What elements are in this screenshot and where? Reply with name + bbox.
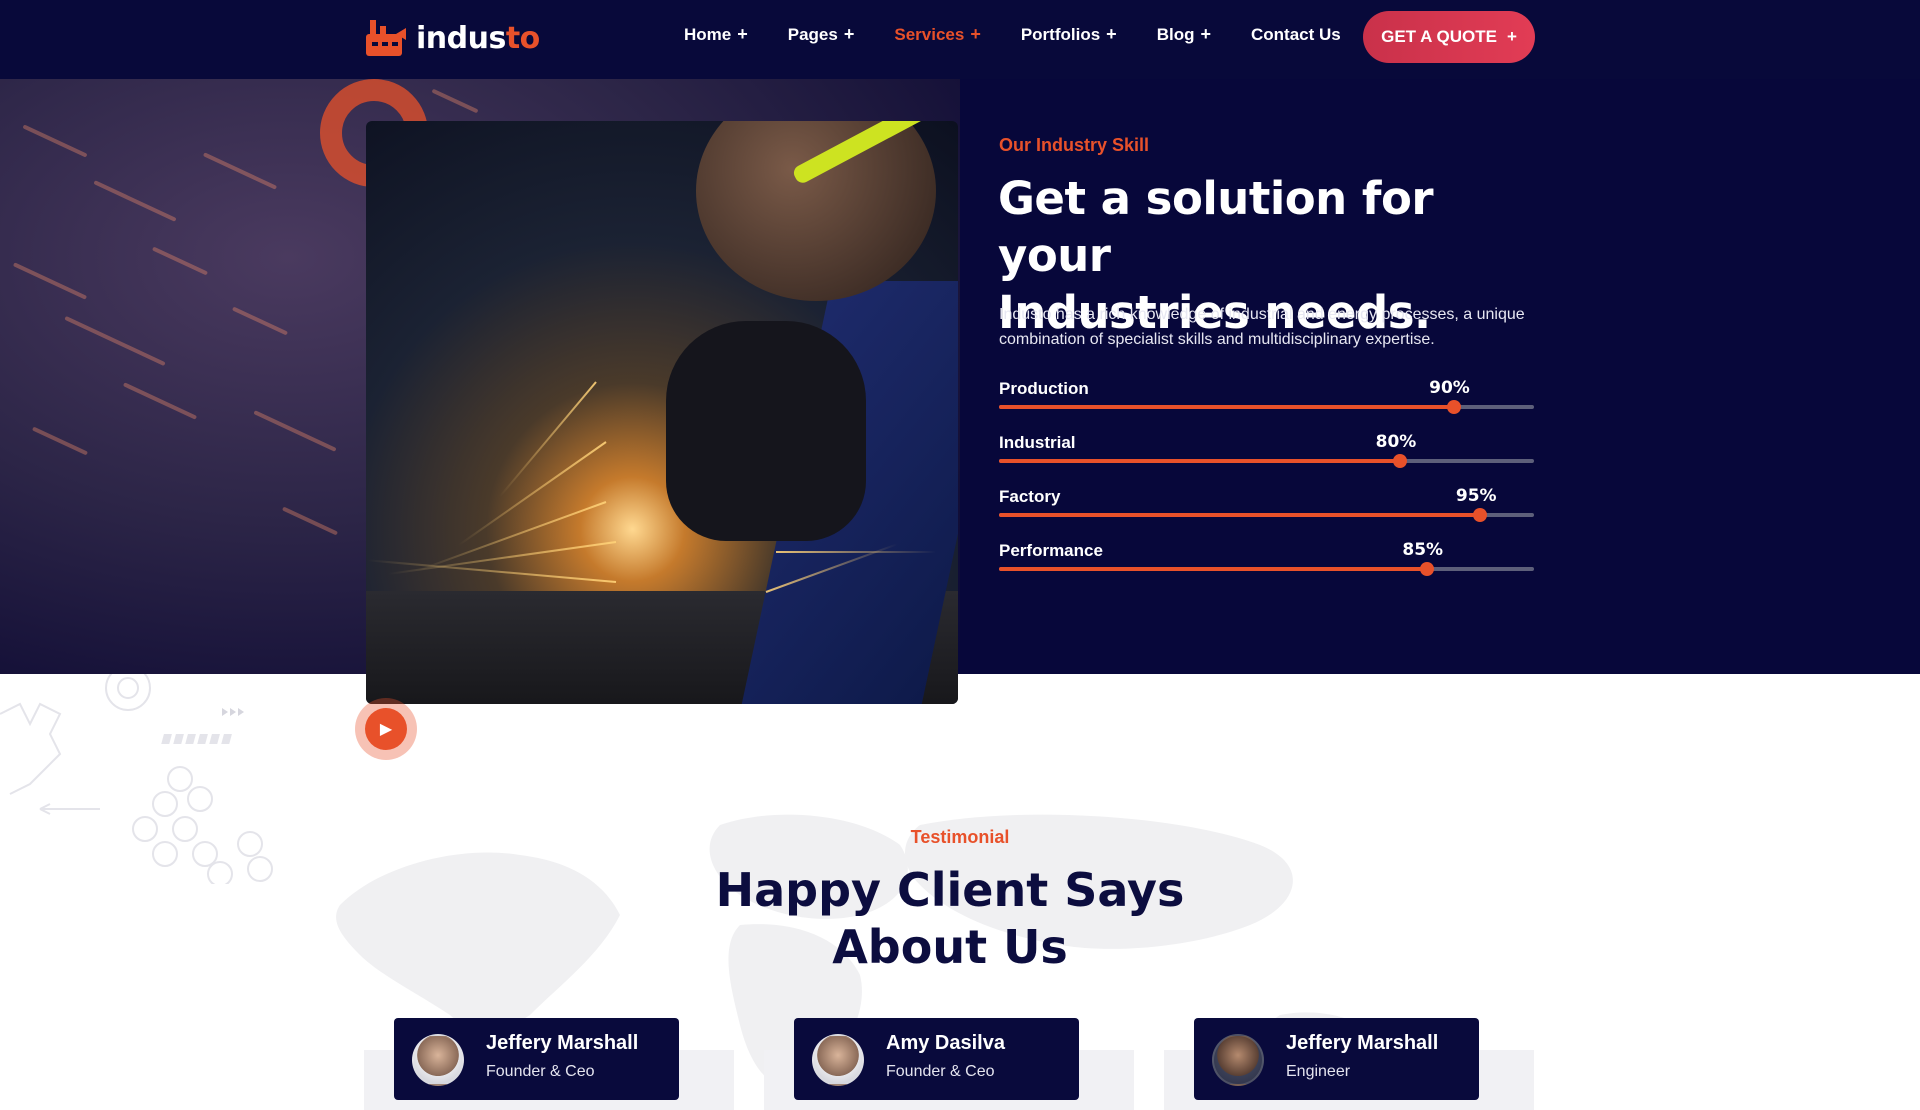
- skill-handle: [1393, 454, 1407, 468]
- skill-fill: [999, 405, 1454, 409]
- skill-percent: 95%: [1455, 486, 1497, 506]
- decorative-gears: [0, 674, 273, 884]
- plus-icon: +: [737, 24, 748, 44]
- skill-label: Industrial: [999, 433, 1076, 452]
- skill-handle: [1419, 562, 1434, 576]
- plus-icon: +: [970, 24, 981, 44]
- skill-fill: [999, 459, 1400, 463]
- plus-icon: +: [1106, 24, 1117, 44]
- skill-track: [999, 400, 1534, 414]
- nav-item-portfolios[interactable]: Portfolios +: [1021, 24, 1117, 45]
- client-name: Jeffery Marshall: [486, 1032, 639, 1054]
- skill-label: Production: [999, 379, 1089, 398]
- get-a-quote-button[interactable]: GET A QUOTE +: [1363, 11, 1535, 63]
- nav-item-pages[interactable]: Pages +: [788, 24, 855, 45]
- skill-label: Factory: [999, 487, 1061, 506]
- skill-track: [999, 508, 1534, 522]
- skill-handle: [1473, 508, 1488, 522]
- skill-fill: [999, 567, 1427, 571]
- worker-photo: [366, 121, 958, 704]
- section-eyebrow: Our Industry Skill: [999, 135, 1150, 155]
- nav-item-contact[interactable]: Contact Us: [1251, 24, 1341, 45]
- factory-icon: [366, 20, 406, 56]
- nav-item-services[interactable]: Services +: [894, 24, 980, 45]
- skill-percent: 80%: [1375, 432, 1417, 452]
- skill-bar-performance: Performance 85%: [999, 540, 1534, 581]
- skill-bar-factory: Factory 95%: [999, 486, 1534, 527]
- testimonial-title: Happy Client Says About Us: [715, 863, 1185, 974]
- brand-logo[interactable]: industo: [362, 14, 540, 62]
- avatar: [412, 1034, 464, 1086]
- avatar: [812, 1034, 864, 1086]
- brand-name: industo: [416, 20, 540, 56]
- play-video-button[interactable]: ▶: [355, 698, 417, 760]
- testimonial-author-card: Amy Dasilva Founder & Ceo: [794, 1018, 1079, 1100]
- client-role: Founder & Ceo: [486, 1063, 595, 1080]
- skill-track: [999, 454, 1534, 468]
- testimonial-author-card: Jeffery Marshall Founder & Ceo: [394, 1018, 679, 1100]
- skill-label: Performance: [999, 541, 1103, 560]
- plus-icon: +: [843, 24, 855, 44]
- skill-percent: 90%: [1429, 378, 1470, 398]
- nav-item-home[interactable]: Home +: [684, 24, 748, 45]
- testimonial-eyebrow: Testimonial: [910, 827, 1010, 847]
- skill-bar-production: Production 90%: [999, 378, 1534, 419]
- site-header: industo Home + Pages + Services + Portfolio…: [0, 0, 1920, 79]
- main-nav: Home + Pages + Services + Portfolios + Blog +…: [684, 24, 1381, 45]
- avatar: [1212, 1034, 1264, 1086]
- skill-handle: [1446, 400, 1461, 414]
- skill-bar-industrial: Industrial 80%: [999, 432, 1534, 473]
- client-role: Founder & Ceo: [886, 1063, 995, 1080]
- skills-section: Our Industry Skill Get a solution for yo…: [0, 79, 1920, 674]
- plus-icon: +: [1506, 27, 1517, 46]
- skill-track: [999, 562, 1534, 576]
- section-description: Industo has a rich knowledge of industri…: [999, 306, 1525, 348]
- client-role: Engineer: [1286, 1063, 1351, 1080]
- plus-icon: +: [1200, 24, 1211, 44]
- client-name: Jeffery Marshall: [1286, 1032, 1439, 1054]
- nav-item-blog[interactable]: Blog +: [1157, 24, 1211, 45]
- testimonial-author-card: Jeffery Marshall Engineer: [1194, 1018, 1479, 1100]
- skill-fill: [999, 513, 1481, 517]
- skill-percent: 85%: [1402, 540, 1444, 560]
- play-icon: ▶: [379, 721, 393, 738]
- client-name: Amy Dasilva: [886, 1032, 1005, 1054]
